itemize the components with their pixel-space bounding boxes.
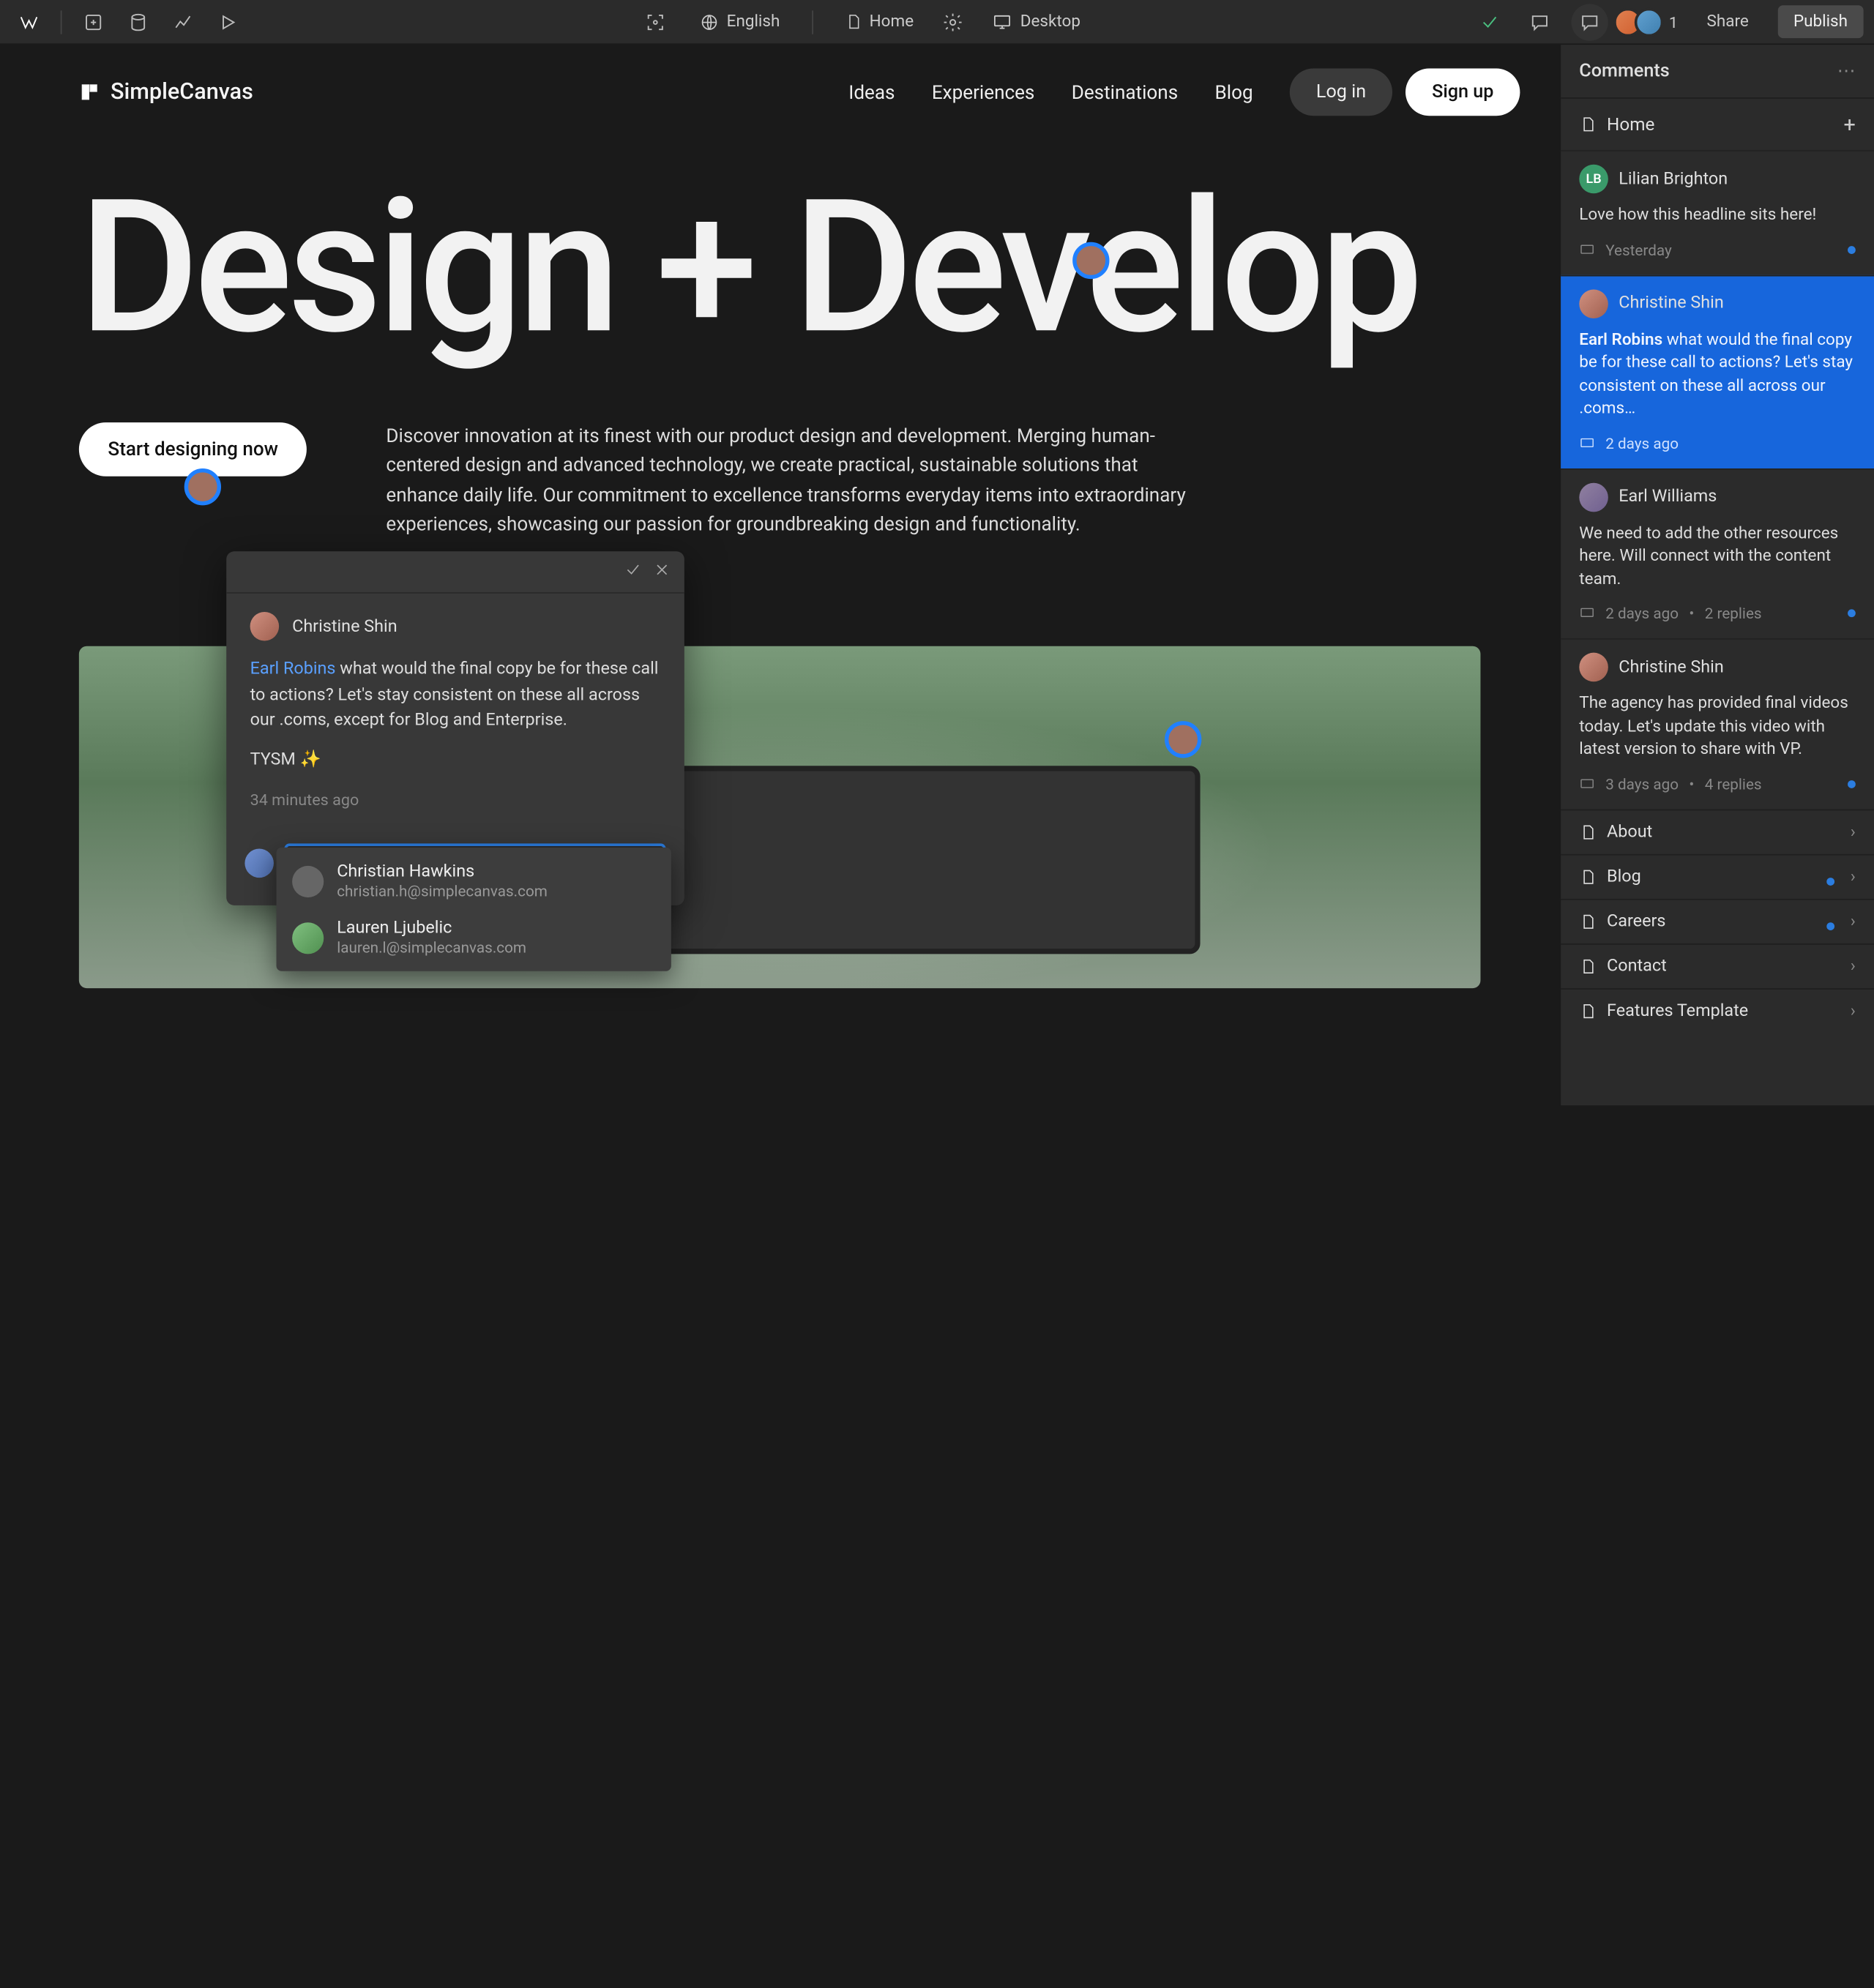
panel-menu-icon[interactable]: ⋯ — [1837, 61, 1856, 82]
comment-card[interactable]: Christine Shin The agency has provided f… — [1561, 638, 1874, 809]
language-selector[interactable]: English — [701, 12, 780, 31]
avatar — [1579, 289, 1608, 318]
webflow-logo-icon[interactable] — [10, 3, 47, 40]
comment-timestamp: 34 minutes ago — [250, 791, 661, 809]
mention[interactable]: Earl Robins — [250, 659, 336, 679]
add-element-icon[interactable] — [75, 3, 111, 40]
device-icon — [1579, 242, 1595, 258]
mention-autocomplete: Christian Hawkinschristian.h@simplecanva… — [277, 848, 671, 971]
site-brand[interactable]: SimpleCanvas — [79, 79, 253, 105]
language-label: English — [727, 12, 780, 31]
play-icon[interactable] — [209, 3, 246, 40]
avatar — [244, 849, 274, 878]
page-row-careers[interactable]: Careers› — [1561, 898, 1874, 943]
collaborator-avatars[interactable]: 1 — [1621, 7, 1678, 37]
collaborator-cursor — [184, 468, 221, 505]
cms-icon[interactable] — [120, 3, 157, 40]
settings-icon[interactable] — [940, 3, 966, 40]
comment-author: Christine Shin — [292, 616, 397, 636]
focus-icon[interactable] — [637, 3, 673, 40]
avatar — [1579, 482, 1608, 512]
cta-button[interactable]: Start designing now — [79, 422, 307, 477]
signup-button[interactable]: Sign up — [1406, 68, 1520, 116]
avatar — [292, 922, 324, 953]
comment-body: Earl Robins what would the final copy be… — [250, 657, 661, 772]
nav-ideas[interactable]: Ideas — [848, 81, 895, 104]
comments-icon[interactable] — [1572, 3, 1608, 40]
resolve-icon[interactable] — [624, 560, 642, 583]
design-canvas[interactable]: SimpleCanvas Ideas Experiences Destinati… — [0, 45, 1559, 1105]
mention-option[interactable]: Lauren Ljubeliclauren.l@simplecanvas.com — [277, 909, 671, 965]
comment-mode-icon[interactable] — [1522, 3, 1558, 40]
page-name: Home — [1607, 114, 1654, 135]
page-row-contact[interactable]: Contact› — [1561, 943, 1874, 987]
hero-description: Discover innovation at its finest with o… — [386, 422, 1202, 541]
analytics-icon[interactable] — [165, 3, 201, 40]
login-button[interactable]: Log in — [1290, 68, 1392, 116]
avatar: LB — [1579, 165, 1608, 194]
site-navbar: SimpleCanvas Ideas Experiences Destinati… — [0, 45, 1559, 129]
share-button[interactable]: Share — [1691, 5, 1764, 38]
page-row-blog[interactable]: Blog› — [1561, 853, 1874, 898]
comment-card-active[interactable]: Christine Shin Earl Robins what would th… — [1561, 274, 1874, 468]
app-toolbar: English Home Desktop 1 Share Publish — [0, 0, 1874, 45]
comments-panel: Comments ⋯ Home + LBLilian Brighton Love… — [1559, 45, 1874, 1105]
brand-name: SimpleCanvas — [111, 79, 253, 105]
hero-headline: Design + Develop — [79, 182, 1481, 356]
breakpoint-desktop[interactable]: Desktop — [993, 12, 1080, 31]
unread-indicator — [1848, 780, 1856, 788]
page-home-label: Home — [870, 12, 914, 31]
panel-title: Comments — [1579, 61, 1669, 82]
nav-destinations[interactable]: Destinations — [1072, 81, 1178, 104]
page-row-features[interactable]: Features Template› — [1561, 987, 1874, 1032]
unread-indicator — [1848, 245, 1856, 253]
check-icon[interactable] — [1471, 3, 1508, 40]
nav-blog[interactable]: Blog — [1214, 81, 1253, 104]
collaborator-cursor — [1072, 242, 1109, 279]
device-icon — [1579, 776, 1595, 792]
collaborator-cursor — [1165, 721, 1201, 758]
publish-button[interactable]: Publish — [1777, 5, 1863, 38]
close-icon[interactable] — [653, 560, 671, 583]
page-home[interactable]: Home — [844, 12, 914, 31]
mention-option[interactable]: Christian Hawkinschristian.h@simplecanva… — [277, 853, 671, 909]
add-comment-icon[interactable]: + — [1844, 112, 1856, 137]
avatar — [1579, 653, 1608, 682]
avatar — [250, 612, 280, 641]
device-icon — [1579, 605, 1595, 621]
nav-experiences[interactable]: Experiences — [932, 81, 1035, 104]
brand-icon — [79, 81, 100, 102]
device-icon — [1579, 435, 1595, 451]
comment-card[interactable]: LBLilian Brighton Love how this headline… — [1561, 150, 1874, 274]
breakpoint-label: Desktop — [1020, 12, 1080, 31]
collaborator-count: 1 — [1669, 12, 1678, 31]
page-row-about[interactable]: About› — [1561, 809, 1874, 853]
unread-indicator — [1848, 609, 1856, 617]
avatar — [292, 865, 324, 897]
comment-card[interactable]: Earl Williams We need to add the other r… — [1561, 468, 1874, 638]
page-icon — [1579, 116, 1596, 132]
